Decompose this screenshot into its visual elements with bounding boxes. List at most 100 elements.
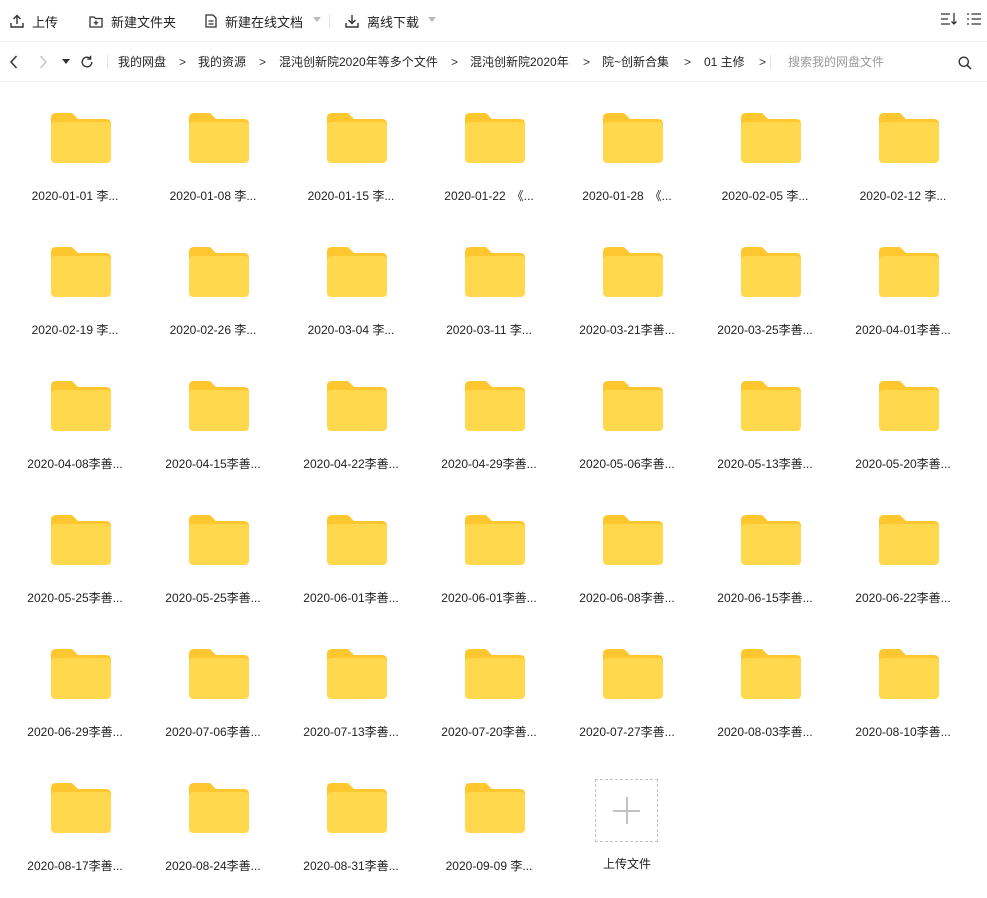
folder-item[interactable]: 2020-01-08 李... [144,84,282,218]
folder-icon [51,381,111,431]
folder-name: 2020-04-22李善... [303,457,399,471]
folder-name: 2020-07-06李善... [165,725,261,739]
folder-item[interactable]: 2020-08-24李善... [144,754,282,888]
upload-label: 上传 [32,14,59,30]
folder-name: 2020-05-20李善... [855,457,951,471]
folder-name: 2020-04-15李善... [165,457,261,471]
folder-item[interactable]: 2020-05-25李善... [6,486,144,620]
folder-icon [465,783,525,833]
search-input[interactable] [778,50,978,74]
folder-item[interactable]: 2020-06-01李善... [282,486,420,620]
folder-item[interactable]: 2020-01-28 《... [558,84,696,218]
folder-name: 2020-04-29李善... [441,457,537,471]
upload-file-tile[interactable] [595,779,658,842]
folder-icon [879,113,939,163]
folder-icon [51,113,111,163]
folder-name: 2020-06-01李善... [441,591,537,605]
folder-icon [603,113,663,163]
search-icon[interactable] [958,56,972,70]
folder-name: 2020-06-15李善... [717,591,813,605]
folder-name: 2020-06-01李善... [303,591,399,605]
folder-item[interactable]: 2020-07-13李善... [282,620,420,754]
new-doc-dropdown-icon[interactable] [313,17,321,22]
folder-item[interactable]: 2020-01-22 《... [420,84,558,218]
folder-name: 2020-05-06李善... [579,457,675,471]
new-folder-button[interactable]: 新建文件夹 [89,0,176,42]
folder-name: 2020-01-15 李... [307,189,395,203]
sort-icon[interactable] [940,11,958,27]
folder-icon [189,113,249,163]
breadcrumb-chaos-2020[interactable]: 混沌创新院2020年 [470,42,569,82]
breadcrumb-separator: > [451,55,459,69]
folder-icon [51,783,111,833]
folder-item[interactable]: 2020-06-22李善... [834,486,972,620]
folder-item[interactable]: 2020-05-13李善... [696,352,834,486]
folder-item[interactable]: 2020-01-01 李... [6,84,144,218]
folder-icon [189,381,249,431]
folder-name: 2020-06-29李善... [27,725,123,739]
breadcrumb-my-resources[interactable]: 我的资源 [198,42,246,82]
folder-item[interactable]: 2020-02-05 李... [696,84,834,218]
folder-item[interactable]: 2020-06-29李善... [6,620,144,754]
folder-item[interactable]: 2020-05-06李善... [558,352,696,486]
refresh-icon[interactable] [80,55,94,69]
folder-item[interactable]: 2020-03-04 李... [282,218,420,352]
nav-divider [107,55,108,69]
folder-item[interactable]: 2020-02-19 李... [6,218,144,352]
folder-name: 2020-06-08李善... [579,591,675,605]
new-online-doc-button[interactable]: 新建在线文档 [205,0,303,42]
folder-item[interactable]: 2020-05-20李善... [834,352,972,486]
folder-item[interactable]: 2020-03-21李善... [558,218,696,352]
folder-item[interactable]: 2020-04-15李善... [144,352,282,486]
breadcrumb-my-drive[interactable]: 我的网盘 [118,42,166,82]
folder-item[interactable]: 2020-07-27李善... [558,620,696,754]
upload-button[interactable]: 上传 [10,0,58,42]
breadcrumb-separator: > [259,55,267,69]
folder-icon [603,247,663,297]
folder-icon [327,649,387,699]
offline-download-dropdown-icon[interactable] [428,17,436,22]
breadcrumb-multi-files[interactable]: 混沌创新院2020年等多个文件 [279,42,438,82]
folder-item[interactable]: 2020-06-15李善... [696,486,834,620]
folder-item[interactable]: 2020-08-03李善... [696,620,834,754]
folder-item[interactable]: 2020-08-17李善... [6,754,144,888]
folder-name: 2020-03-04 李... [307,323,395,337]
folder-item[interactable]: 2020-07-20李善... [420,620,558,754]
folder-icon [327,113,387,163]
folder-name: 2020-01-22 《... [444,189,534,203]
folder-item[interactable]: 2020-06-01李善... [420,486,558,620]
folder-icon [189,783,249,833]
breadcrumb-innovation-collection[interactable]: 院~创新合集 [602,42,669,82]
folder-item[interactable]: 2020-08-31李善... [282,754,420,888]
folder-item[interactable]: 2020-01-15 李... [282,84,420,218]
folder-icon [603,515,663,565]
breadcrumb-separator: > [759,55,767,69]
toolbar-divider [329,14,330,28]
folder-item[interactable]: 2020-04-29李善... [420,352,558,486]
folder-item[interactable]: 2020-05-25李善... [144,486,282,620]
folder-item[interactable]: 2020-02-12 李... [834,84,972,218]
folder-item[interactable]: 2020-09-09 李... [420,754,558,888]
history-dropdown-icon[interactable] [62,59,70,65]
forward-arrow-icon[interactable] [37,54,49,70]
offline-download-button[interactable]: 离线下载 [345,0,419,42]
folder-item[interactable]: 2020-03-25李善... [696,218,834,352]
folder-item[interactable]: 2020-02-26 李... [144,218,282,352]
download-icon [345,15,359,28]
folder-item[interactable]: 2020-07-06李善... [144,620,282,754]
folder-item[interactable]: 2020-03-11 李... [420,218,558,352]
breadcrumb-current-folder[interactable]: 01 主修 [704,42,745,82]
folder-icon [189,649,249,699]
folder-name: 2020-04-08李善... [27,457,123,471]
folder-name: 2020-09-09 李... [445,859,533,873]
folder-icon [741,381,801,431]
folder-item[interactable]: 2020-04-22李善... [282,352,420,486]
folder-item[interactable]: 2020-04-01李善... [834,218,972,352]
folder-icon [603,649,663,699]
list-view-icon[interactable] [966,11,982,27]
folder-item[interactable]: 2020-04-08李善... [6,352,144,486]
folder-icon [465,381,525,431]
folder-item[interactable]: 2020-08-10李善... [834,620,972,754]
folder-item[interactable]: 2020-06-08李善... [558,486,696,620]
back-arrow-icon[interactable] [8,54,20,70]
